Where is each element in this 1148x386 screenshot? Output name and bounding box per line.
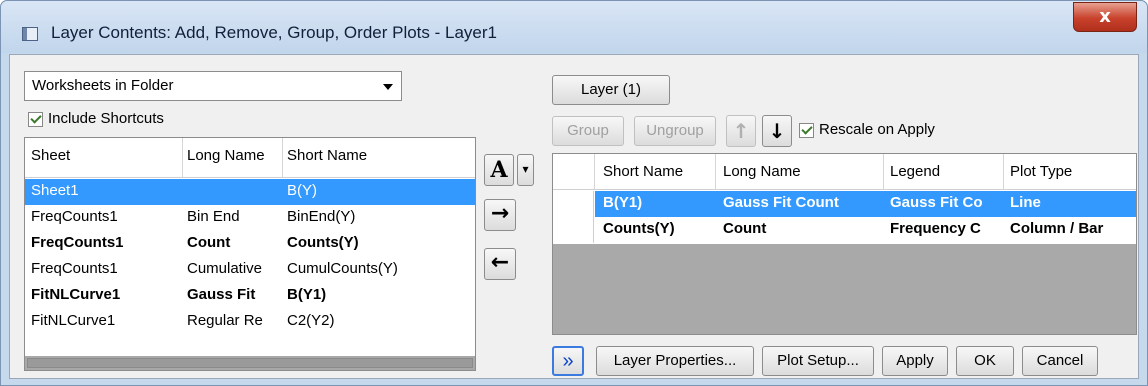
cell-short-name: BinEnd(Y) (287, 208, 356, 225)
include-shortcuts-checkbox[interactable] (28, 112, 43, 127)
cell-long-name: Gauss Fit Count (723, 194, 839, 211)
row-header[interactable] (553, 217, 594, 243)
source-combo[interactable]: Worksheets in Folder (24, 71, 402, 101)
column-separator (594, 154, 595, 190)
col-header-long-name[interactable]: Long Name (723, 163, 801, 180)
chevron-down-icon[interactable]: ▾ (517, 154, 534, 186)
ungroup-button[interactable]: Ungroup (634, 116, 716, 146)
cell-sheet: FreqCounts1 (31, 234, 124, 251)
cell-short-name: CumulCounts(Y) (287, 260, 398, 277)
chevron-down-icon (383, 84, 393, 90)
scrollbar-thumb[interactable] (27, 358, 473, 368)
add-plot-button[interactable]: → (484, 199, 516, 231)
cell-long-name: Regular Re (187, 312, 263, 329)
col-header-short-name[interactable]: Short Name (603, 163, 683, 180)
ok-button[interactable]: OK (956, 346, 1014, 376)
cell-long-name: Cumulative (187, 260, 263, 277)
available-datasets-grid[interactable]: Sheet Long Name Short Name Sheet1 B(Y) F… (24, 137, 476, 371)
cell-legend: Frequency C (890, 220, 981, 237)
table-row[interactable]: FitNLCurve1 Gauss Fit B(Y1) (25, 283, 475, 309)
cell-short-name: B(Y) (287, 182, 317, 199)
col-header-short-name[interactable]: Short Name (287, 147, 367, 164)
dialog-client: Worksheets in Folder Include Shortcuts S… (9, 54, 1139, 379)
cell-plot-type: Column / Bar (1010, 220, 1104, 237)
column-separator (1003, 154, 1004, 190)
include-shortcuts-label: Include Shortcuts (48, 110, 164, 127)
column-separator (883, 154, 884, 190)
table-row[interactable]: B(Y1) Gauss Fit Count Gauss Fit Co Line (553, 191, 1136, 217)
horizontal-scrollbar[interactable] (25, 356, 475, 370)
cell-short-name: Counts(Y) (603, 220, 675, 237)
grid-header: Sheet Long Name Short Name (25, 138, 475, 178)
col-header-plot-type[interactable]: Plot Type (1010, 163, 1072, 180)
row-header[interactable] (553, 191, 594, 217)
apply-button[interactable]: Apply (882, 346, 948, 376)
layer-button[interactable]: Layer (1) (552, 75, 670, 105)
table-row[interactable]: Counts(Y) Count Frequency C Column / Bar (553, 217, 1136, 243)
rescale-on-apply-label: Rescale on Apply (819, 121, 935, 138)
cell-sheet: FitNLCurve1 (31, 312, 116, 329)
cell-short-name: B(Y1) (603, 194, 643, 211)
cell-sheet: FreqCounts1 (31, 260, 118, 277)
rescale-on-apply-checkbox[interactable] (799, 123, 814, 138)
layer-contents-grid[interactable]: Short Name Long Name Legend Plot Type B(… (552, 153, 1137, 335)
cell-short-name: Counts(Y) (287, 234, 359, 251)
layer-properties-button[interactable]: Layer Properties... (596, 346, 754, 376)
group-button[interactable]: Group (552, 116, 624, 146)
cell-sheet: FitNLCurve1 (31, 286, 121, 303)
move-down-button[interactable]: ↓ (762, 115, 792, 147)
cell-long-name: Count (723, 220, 767, 237)
cell-short-name: B(Y1) (287, 286, 327, 303)
table-row[interactable]: FreqCounts1 Bin End BinEnd(Y) (25, 205, 475, 231)
cell-legend: Gauss Fit Co (890, 194, 983, 211)
empty-grid-area (553, 244, 1136, 334)
window-title: Layer Contents: Add, Remove, Group, Orde… (51, 23, 497, 42)
col-header-sheet[interactable]: Sheet (31, 147, 70, 164)
column-separator (182, 138, 183, 178)
grid-header: Short Name Long Name Legend Plot Type (553, 154, 1136, 190)
col-header-legend[interactable]: Legend (890, 163, 940, 180)
table-row[interactable]: Sheet1 B(Y) (25, 179, 475, 205)
column-separator (282, 138, 283, 178)
show-long-name-button[interactable]: A (484, 154, 514, 186)
cell-long-name: Bin End (187, 208, 240, 225)
source-combo-value: Worksheets in Folder (32, 77, 174, 94)
table-row[interactable]: FreqCounts1 Count Counts(Y) (25, 231, 475, 257)
close-button[interactable]: x (1073, 2, 1137, 32)
remove-plot-button[interactable]: ← (484, 248, 516, 280)
plot-setup-button[interactable]: Plot Setup... (762, 346, 874, 376)
title-bar[interactable]: Layer Contents: Add, Remove, Group, Orde… (1, 1, 1147, 53)
table-row[interactable]: FitNLCurve1 Regular Re C2(Y2) (25, 309, 475, 335)
cell-plot-type: Line (1010, 194, 1041, 211)
cell-long-name: Count (187, 234, 231, 251)
cancel-button[interactable]: Cancel (1022, 346, 1098, 376)
cell-long-name: Gauss Fit (187, 286, 256, 303)
move-up-button[interactable]: ↑ (726, 115, 756, 147)
column-separator (715, 154, 716, 190)
cell-short-name: C2(Y2) (287, 312, 335, 329)
table-row[interactable]: FreqCounts1 Cumulative CumulCounts(Y) (25, 257, 475, 283)
app-window-icon (22, 27, 38, 41)
cell-sheet: FreqCounts1 (31, 208, 118, 225)
dialog-window: Layer Contents: Add, Remove, Group, Orde… (0, 0, 1148, 386)
cell-sheet: Sheet1 (31, 182, 79, 199)
col-header-long-name[interactable]: Long Name (187, 147, 265, 164)
expand-panel-button[interactable]: » (552, 346, 584, 376)
